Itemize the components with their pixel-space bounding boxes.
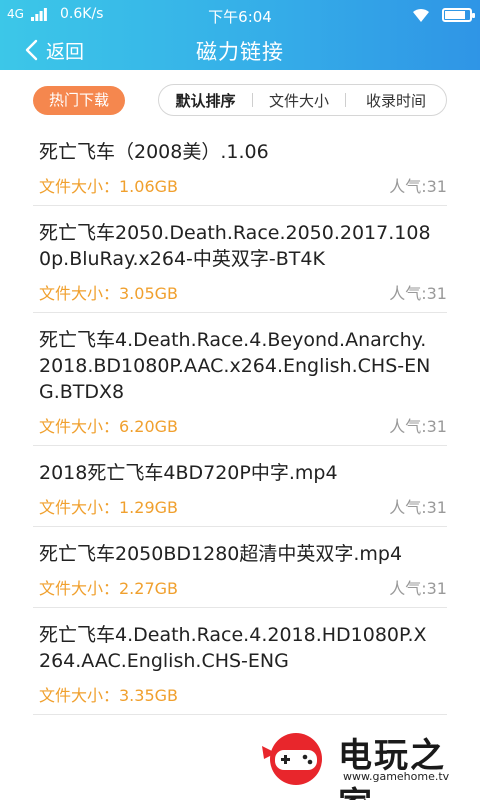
item-meta: 文件大小：3.35GB (39, 674, 447, 714)
item-meta: 文件大小：1.06GB 人气:31 (39, 165, 447, 205)
sort-tabs: 默认排序 文件大小 收录时间 (158, 84, 447, 116)
item-popularity: 人气:31 (389, 284, 447, 303)
sort-size-tab[interactable]: 文件大小 (253, 90, 345, 111)
item-meta: 文件大小：3.05GB 人气:31 (39, 272, 447, 312)
sort-default-tab[interactable]: 默认排序 (159, 90, 252, 111)
item-title: 死亡飞车4.Death.Race.4.Beyond.Anarchy.2018.B… (39, 329, 431, 403)
item-title: 死亡飞车（2008美）.1.06 (39, 141, 269, 163)
list-item[interactable]: 死亡飞车2050BD1280超清中英双字.mp4 文件大小：2.27GB 人气:… (33, 527, 447, 608)
item-title: 死亡飞车2050.Death.Race.2050.2017.1080p.BluR… (39, 222, 431, 270)
magnet-list: 死亡飞车（2008美）.1.06 文件大小：1.06GB 人气:31 死亡飞车2… (0, 125, 480, 715)
watermark-url: www.gamehome.tv (343, 770, 450, 783)
battery-icon (442, 8, 475, 22)
sort-time-tab[interactable]: 收录时间 (346, 90, 446, 111)
watermark-logo: 电玩之家 www.gamehome.tv (258, 726, 470, 800)
hot-download-button[interactable]: 热门下载 (33, 86, 125, 115)
list-item[interactable]: 死亡飞车4.Death.Race.4.2018.HD1080P.X264.AAC… (33, 608, 447, 715)
clock: 下午6:04 (208, 8, 272, 26)
watermark-name: 电玩之家 (338, 736, 446, 800)
item-popularity: 人气:31 (389, 417, 447, 436)
item-meta: 文件大小：1.29GB 人气:31 (39, 486, 447, 526)
page-title: 磁力链接 (196, 40, 284, 64)
wifi-icon (413, 8, 429, 22)
item-size: 文件大小：2.27GB (39, 579, 179, 598)
list-item[interactable]: 死亡飞车（2008美）.1.06 文件大小：1.06GB 人气:31 (33, 125, 447, 206)
app-header: 4G 0.6K/s 下午6:04 返回 磁力链接 (0, 0, 480, 70)
list-item[interactable]: 死亡飞车2050.Death.Race.2050.2017.1080p.BluR… (33, 206, 447, 313)
status-bar: 4G 0.6K/s 下午6:04 (0, 0, 480, 30)
gamepad-mascot-icon (262, 733, 322, 785)
list-item[interactable]: 死亡飞车4.Death.Race.4.Beyond.Anarchy.2018.B… (33, 313, 447, 446)
item-meta: 文件大小：2.27GB 人气:31 (39, 567, 447, 607)
item-size: 文件大小：1.29GB (39, 498, 179, 517)
item-title: 死亡飞车4.Death.Race.4.2018.HD1080P.X264.AAC… (39, 624, 427, 672)
item-title: 2018死亡飞车4BD720P中字.mp4 (39, 462, 338, 484)
item-popularity: 人气:31 (389, 498, 447, 517)
item-size: 文件大小：3.35GB (39, 686, 179, 705)
item-meta: 文件大小：6.20GB 人气:31 (39, 405, 447, 445)
navigation-bar: 返回 磁力链接 (0, 30, 480, 70)
battery-level (445, 11, 466, 19)
item-popularity: 人气:31 (389, 177, 447, 196)
item-popularity: 人气:31 (389, 579, 447, 598)
list-item[interactable]: 2018死亡飞车4BD720P中字.mp4 文件大小：1.29GB 人气:31 (33, 446, 447, 527)
item-size: 文件大小：3.05GB (39, 284, 179, 303)
item-size: 文件大小：1.06GB (39, 177, 179, 196)
item-size: 文件大小：6.20GB (39, 417, 179, 436)
item-title: 死亡飞车2050BD1280超清中英双字.mp4 (39, 543, 403, 565)
